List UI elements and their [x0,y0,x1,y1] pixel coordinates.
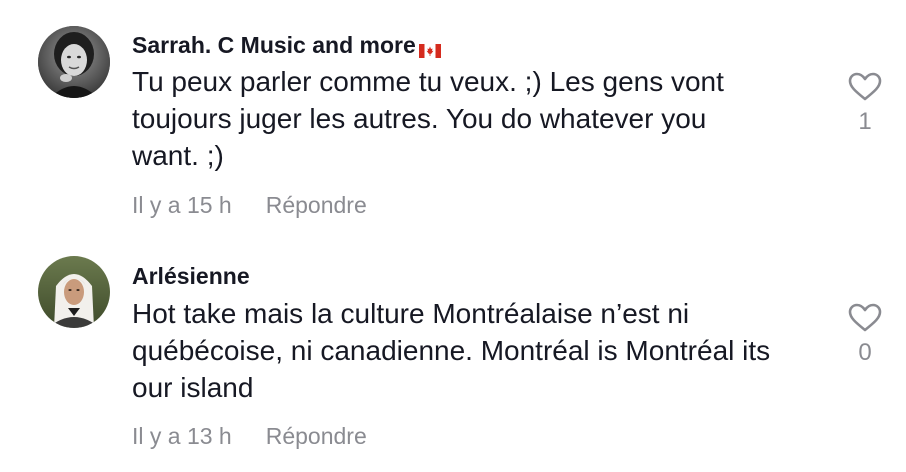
comment-meta: Il y a 15 h Répondre [132,192,367,219]
heart-outline-icon[interactable] [848,72,882,102]
comment-username[interactable]: Arlésienne [132,263,250,290]
avatar-photo [38,26,110,98]
avatar-photo [38,256,110,328]
comment-text: Hot take mais la culture Montréalaise n’… [132,295,822,406]
heart-outline-icon[interactable] [848,303,882,333]
comment-username[interactable]: Sarrah. C Music and more [132,32,441,59]
comment-meta: Il y a 13 h Répondre [132,423,367,450]
username-text: Arlésienne [132,263,250,289]
reply-button[interactable]: Répondre [266,192,367,219]
like-count: 1 [858,108,872,135]
comment-timestamp: Il y a 15 h [132,192,232,218]
avatar[interactable] [38,256,110,328]
username-text: Sarrah. C Music and more [132,32,416,58]
comment-text-line: want. ;) [132,140,224,171]
comment-text-line: Hot take mais la culture Montréalaise n’… [132,298,690,329]
like-control: 1 [844,72,886,136]
avatar[interactable] [38,26,110,98]
comment-timestamp: Il y a 13 h [132,423,232,449]
comment-text-line: québécoise, ni canadienne. Montréal is M… [132,335,771,366]
comment-text-line: our island [132,372,254,403]
reply-button[interactable]: Répondre [266,423,367,450]
like-count: 0 [858,339,872,366]
comment-text-line: toujours juger les autres. You do whatev… [132,103,707,134]
like-control: 0 [844,303,886,367]
comment-text-line: Tu peux parler comme tu veux. ;) Les gen… [132,66,724,97]
canada-flag-icon [418,37,441,58]
comment-text: Tu peux parler comme tu veux. ;) Les gen… [132,63,822,174]
